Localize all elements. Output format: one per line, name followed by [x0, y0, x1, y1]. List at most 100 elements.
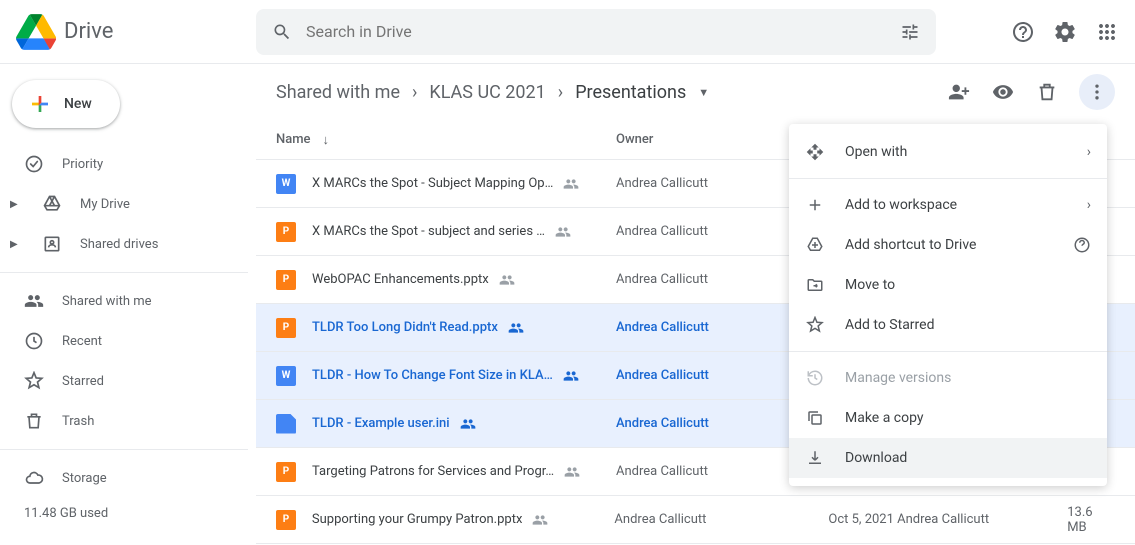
file-modified: Oct 5, 2021 Andrea Callicutt [828, 512, 1067, 527]
file-name: X MARCs the Spot - subject and series … [312, 224, 616, 240]
open-with-icon [805, 142, 825, 162]
file-name: WebOPAC Enhancements.pptx [312, 272, 616, 288]
file-icon: W [276, 366, 296, 386]
sidebar: New Priority ▶ My Drive ▶Shared drives Sh… [0, 64, 256, 545]
shared-icon [532, 512, 548, 528]
help-icon[interactable] [1011, 20, 1035, 44]
cloud-icon [24, 468, 44, 488]
help-icon [1073, 236, 1091, 254]
file-name: X MARCs the Spot - Subject Mapping Op… [312, 176, 616, 192]
separator [789, 178, 1107, 179]
chevron-right-icon: › [412, 82, 417, 103]
chevron-right-icon: › [558, 82, 563, 103]
star-icon [24, 371, 44, 391]
new-button-label: New [64, 96, 92, 112]
search-options-icon[interactable] [898, 20, 922, 44]
storage-used: 11.48 GB used [0, 506, 248, 521]
menu-label: Add to Starred [845, 317, 934, 333]
file-icon: P [276, 318, 296, 338]
apps-icon[interactable] [1095, 20, 1119, 44]
menu-label: Move to [845, 277, 895, 293]
people-icon [24, 291, 44, 311]
col-name[interactable]: Name [276, 132, 311, 147]
dropdown-icon[interactable]: ▼ [698, 86, 709, 99]
settings-icon[interactable] [1053, 20, 1077, 44]
menu-add-workspace[interactable]: Add to workspace › [789, 185, 1107, 225]
sidebar-item-storage[interactable]: Storage [0, 458, 248, 498]
shared-icon [563, 176, 579, 192]
file-icon [276, 414, 296, 434]
file-icon: P [276, 222, 296, 242]
file-name: Supporting your Grumpy Patron.pptx [312, 512, 615, 528]
preview-icon[interactable] [991, 80, 1015, 104]
logo-area: Drive [16, 12, 256, 52]
main-content: Shared with me › KLAS UC 2021 › Presenta… [256, 64, 1135, 545]
search-bar[interactable] [256, 9, 936, 55]
chevron-right-icon[interactable]: ▶ [10, 239, 20, 250]
more-button[interactable] [1079, 74, 1115, 110]
add-icon [805, 195, 825, 215]
sidebar-item-shareddrives[interactable]: ▶Shared drives [0, 224, 248, 264]
menu-label: Make a copy [845, 410, 924, 426]
priority-icon [24, 154, 44, 174]
menu-download[interactable]: Download [789, 438, 1107, 478]
file-row[interactable]: PSupporting your Grumpy Patron.pptxAndre… [256, 496, 1135, 544]
file-name: TLDR - How To Change Font Size in KLA… [312, 368, 616, 384]
menu-add-shortcut[interactable]: Add shortcut to Drive [789, 225, 1107, 265]
sidebar-label: Recent [62, 334, 102, 349]
share-icon[interactable] [947, 80, 971, 104]
shared-icon [508, 320, 524, 336]
delete-icon[interactable] [1035, 80, 1059, 104]
trash-icon [24, 411, 44, 431]
header-icons [1011, 20, 1119, 44]
product-name: Drive [64, 19, 113, 44]
file-icon: P [276, 270, 296, 290]
breadcrumb: Shared with me › KLAS UC 2021 › Presenta… [276, 82, 709, 103]
shortcut-icon [805, 235, 825, 255]
sidebar-label: My Drive [80, 197, 130, 212]
search-input[interactable] [306, 22, 898, 41]
search-icon [270, 20, 294, 44]
file-owner: Andrea Callicutt [614, 512, 828, 527]
sidebar-label: Storage [62, 471, 107, 486]
toolbar: Shared with me › KLAS UC 2021 › Presenta… [256, 64, 1135, 120]
sidebar-item-priority[interactable]: Priority [0, 144, 248, 184]
breadcrumb-item[interactable]: KLAS UC 2021 [429, 82, 545, 103]
drive-logo-icon [16, 12, 56, 52]
sidebar-item-sharedwithme[interactable]: Shared with me [0, 281, 248, 321]
menu-open-with[interactable]: Open with› [789, 132, 1107, 172]
sidebar-item-recent[interactable]: Recent [0, 321, 248, 361]
breadcrumb-item[interactable]: Shared with me [276, 82, 400, 103]
breadcrumb-current[interactable]: Presentations [575, 82, 686, 103]
menu-label: Manage versions [845, 370, 951, 386]
sidebar-item-trash[interactable]: Trash [0, 401, 248, 441]
context-menu: Open with› Add to workspace › Add shortcu… [789, 124, 1107, 486]
sidebar-item-mydrive[interactable]: ▶ My Drive [0, 184, 248, 224]
sidebar-item-starred[interactable]: Starred [0, 361, 248, 401]
menu-make-copy[interactable]: Make a copy [789, 398, 1107, 438]
clock-icon [24, 331, 44, 351]
menu-label: Add to workspace [845, 197, 957, 213]
folder-move-icon [805, 275, 825, 295]
new-button[interactable]: New [12, 80, 120, 128]
file-icon: W [276, 174, 296, 194]
sidebar-label: Shared with me [62, 294, 152, 309]
chevron-right-icon[interactable]: ▶ [10, 199, 20, 210]
history-icon [805, 368, 825, 388]
separator [0, 449, 248, 450]
shareddrives-icon [42, 234, 62, 254]
sidebar-label: Trash [62, 414, 94, 429]
separator [789, 351, 1107, 352]
file-name: TLDR Too Long Didn't Read.pptx [312, 320, 616, 336]
shared-icon [555, 224, 571, 240]
menu-manage-versions: Manage versions [789, 358, 1107, 398]
sidebar-label: Priority [62, 157, 103, 172]
menu-add-starred[interactable]: Add to Starred [789, 305, 1107, 345]
shared-icon [564, 464, 580, 480]
shared-icon [499, 272, 515, 288]
file-name: Targeting Patrons for Services and Progr… [312, 464, 616, 480]
menu-move-to[interactable]: Move to [789, 265, 1107, 305]
separator [0, 272, 248, 273]
chevron-right-icon: › [1087, 197, 1091, 213]
sort-arrow-icon[interactable]: ↓ [323, 132, 330, 148]
